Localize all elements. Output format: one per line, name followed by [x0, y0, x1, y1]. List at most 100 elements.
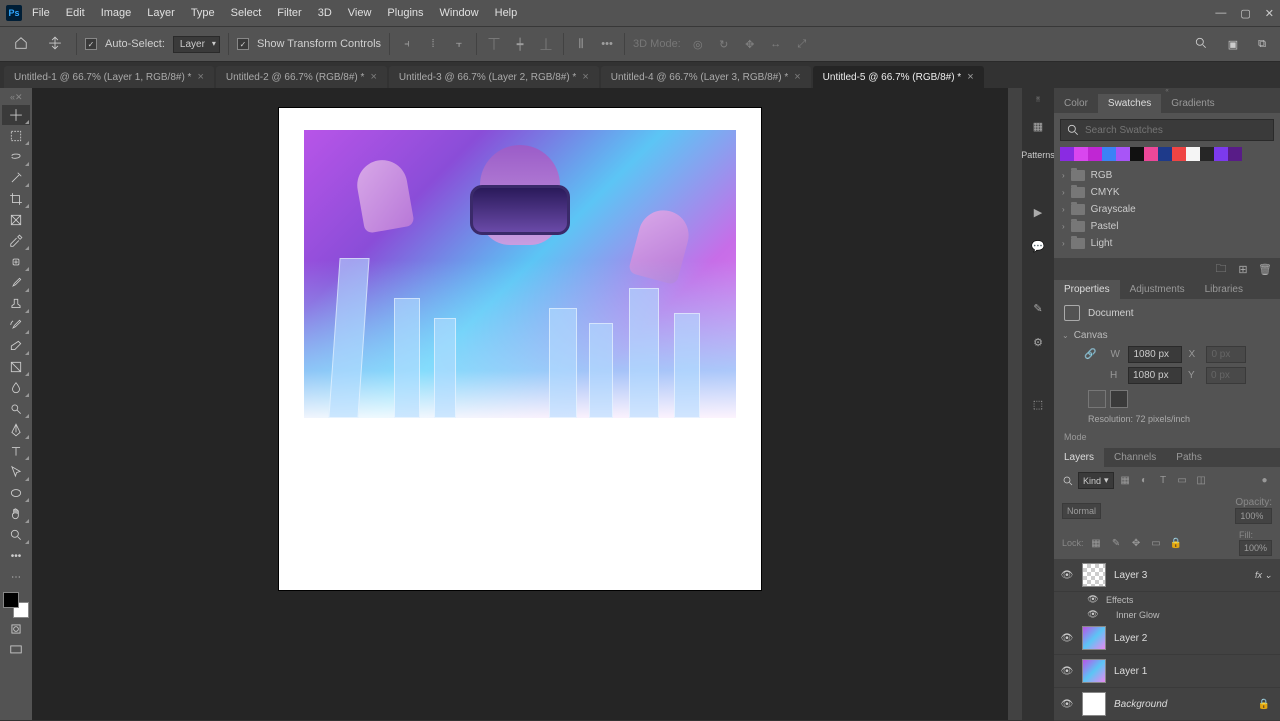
- blend-mode-dropdown[interactable]: Normal: [1062, 503, 1101, 519]
- document-tab[interactable]: Untitled-1 @ 66.7% (Layer 1, RGB/8#) *×: [4, 66, 214, 88]
- layer-effect[interactable]: 👁Inner Glow: [1054, 607, 1280, 622]
- stamp-tool[interactable]: [2, 294, 30, 314]
- crop-tool[interactable]: [2, 189, 30, 209]
- lock-pos-icon[interactable]: ✥: [1129, 536, 1144, 551]
- shape-tool[interactable]: [2, 483, 30, 503]
- swatch-folder[interactable]: ›Grayscale: [1060, 201, 1274, 218]
- close-button[interactable]: ✕: [1265, 7, 1274, 20]
- foreground-color[interactable]: [3, 592, 19, 608]
- vertical-scrollbar[interactable]: [1008, 88, 1022, 720]
- swatch-color[interactable]: [1130, 147, 1144, 161]
- swatch-color[interactable]: [1172, 147, 1186, 161]
- layer-name[interactable]: Layer 3: [1114, 570, 1147, 581]
- workspace-switch-icon[interactable]: ▣: [1222, 35, 1244, 54]
- swatch-color[interactable]: [1060, 147, 1074, 161]
- pen-tool[interactable]: [2, 420, 30, 440]
- eyedropper-tool[interactable]: [2, 231, 30, 251]
- maximize-button[interactable]: ▢: [1240, 7, 1250, 20]
- document-tab[interactable]: Untitled-3 @ 66.7% (Layer 2, RGB/8#) *×: [389, 66, 599, 88]
- minimize-button[interactable]: —: [1215, 7, 1226, 20]
- marquee-tool[interactable]: [2, 126, 30, 146]
- tab-swatches[interactable]: Swatches: [1098, 94, 1161, 113]
- menu-view[interactable]: View: [340, 3, 380, 23]
- visibility-toggle[interactable]: 👁: [1086, 609, 1100, 620]
- layer-row[interactable]: 👁 Layer 3 fx ⌄: [1054, 559, 1280, 592]
- menu-filter[interactable]: Filter: [269, 3, 309, 23]
- type-tool[interactable]: [2, 441, 30, 461]
- layer-name[interactable]: Layer 2: [1114, 633, 1147, 644]
- menu-image[interactable]: Image: [93, 3, 140, 23]
- swatch-new-icon[interactable]: ⊞: [1236, 262, 1250, 276]
- menu-edit[interactable]: Edit: [58, 3, 93, 23]
- distribute-icon[interactable]: ⫼: [572, 35, 590, 53]
- layer-row[interactable]: 👁Layer 2: [1054, 622, 1280, 655]
- tab-close-icon[interactable]: ×: [582, 71, 588, 83]
- menu-type[interactable]: Type: [183, 3, 223, 23]
- actions-panel-icon[interactable]: ▶: [1028, 202, 1048, 222]
- layer-thumbnail[interactable]: [1082, 626, 1106, 650]
- swatch-color[interactable]: [1158, 147, 1172, 161]
- swatch-color[interactable]: [1074, 147, 1088, 161]
- align-top-icon[interactable]: ⏉: [485, 35, 503, 53]
- link-dimensions-icon[interactable]: 🔗: [1084, 349, 1096, 360]
- menu-plugins[interactable]: Plugins: [379, 3, 431, 23]
- swatch-save-icon[interactable]: 🗀: [1214, 262, 1228, 276]
- menu-3d[interactable]: 3D: [310, 3, 340, 23]
- swatch-color[interactable]: [1102, 147, 1116, 161]
- swatch-search-input[interactable]: [1085, 125, 1268, 136]
- swatch-color[interactable]: [1116, 147, 1130, 161]
- lock-trans-icon[interactable]: ▦: [1089, 536, 1104, 551]
- filter-adjust-icon[interactable]: ◐: [1137, 473, 1152, 488]
- filter-shape-icon[interactable]: ▭: [1175, 473, 1190, 488]
- landscape-button[interactable]: [1110, 390, 1128, 408]
- show-transform-checkbox[interactable]: ✓: [237, 38, 249, 50]
- portrait-button[interactable]: [1088, 390, 1106, 408]
- filter-smart-icon[interactable]: ◫: [1194, 473, 1209, 488]
- tab-libraries[interactable]: Libraries: [1195, 280, 1253, 299]
- menu-window[interactable]: Window: [432, 3, 487, 23]
- auto-select-mode-dropdown[interactable]: Layer: [173, 36, 220, 53]
- home-icon[interactable]: [8, 33, 34, 56]
- tab-channels[interactable]: Channels: [1104, 448, 1166, 467]
- layer-thumbnail[interactable]: [1082, 563, 1106, 587]
- tab-adjustments[interactable]: Adjustments: [1120, 280, 1195, 299]
- lasso-tool[interactable]: [2, 147, 30, 167]
- tab-close-icon[interactable]: ×: [370, 71, 376, 83]
- align-bottom-icon[interactable]: ⏊: [537, 35, 555, 53]
- wand-tool[interactable]: [2, 168, 30, 188]
- swatch-search[interactable]: [1060, 119, 1274, 141]
- quickmask-tool[interactable]: [2, 619, 30, 639]
- swatch-folder[interactable]: ›RGB: [1060, 167, 1274, 184]
- swatch-color[interactable]: [1200, 147, 1214, 161]
- screenmode-tool[interactable]: [2, 640, 30, 660]
- artboard[interactable]: [279, 108, 761, 590]
- swatch-delete-icon[interactable]: 🗑: [1258, 262, 1272, 276]
- tab-close-icon[interactable]: ×: [197, 71, 203, 83]
- fill-value[interactable]: 100%: [1239, 540, 1272, 556]
- filter-pixel-icon[interactable]: ▦: [1118, 473, 1133, 488]
- swatch-color[interactable]: [1144, 147, 1158, 161]
- layer-thumbnail[interactable]: [1082, 659, 1106, 683]
- lock-all-icon[interactable]: 🔒: [1169, 536, 1184, 551]
- tab-gradients[interactable]: Gradients: [1161, 94, 1224, 113]
- tab-paths[interactable]: Paths: [1166, 448, 1212, 467]
- height-input[interactable]: [1128, 367, 1182, 384]
- dodge-tool[interactable]: [2, 399, 30, 419]
- frame-tool[interactable]: [2, 210, 30, 230]
- heal-tool[interactable]: [2, 252, 30, 272]
- align-hcenter-icon[interactable]: ⁞: [424, 35, 442, 53]
- layer-row[interactable]: 👁Layer 1: [1054, 655, 1280, 688]
- swatch-folder[interactable]: ›Light: [1060, 235, 1274, 252]
- lock-nest-icon[interactable]: ▭: [1149, 536, 1164, 551]
- edit-toolbar[interactable]: ⋯: [2, 567, 30, 587]
- adjustments-presets-icon[interactable]: ⚙: [1028, 332, 1048, 352]
- document-tab[interactable]: Untitled-4 @ 66.7% (Layer 3, RGB/8#) *×: [601, 66, 811, 88]
- move-tool-icon[interactable]: [42, 33, 68, 56]
- visibility-toggle[interactable]: 👁: [1060, 570, 1074, 581]
- fx-badge[interactable]: fx ⌄: [1255, 570, 1272, 581]
- comments-panel-icon[interactable]: 💬: [1028, 236, 1048, 256]
- menu-select[interactable]: Select: [223, 3, 270, 23]
- align-right-icon[interactable]: ⫟: [450, 35, 468, 53]
- filter-type-icon[interactable]: T: [1156, 473, 1171, 488]
- align-vcenter-icon[interactable]: ┿: [511, 35, 529, 53]
